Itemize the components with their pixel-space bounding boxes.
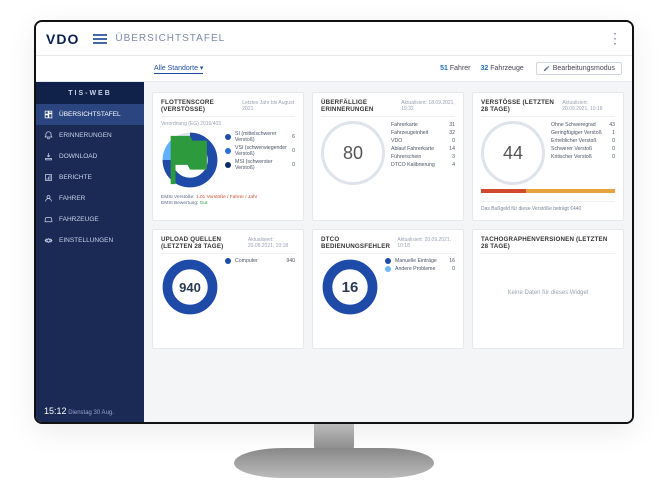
- page-title: ÜBERSICHTSTAFEL: [115, 33, 225, 44]
- settings-icon: [44, 236, 53, 245]
- card-updated: Aktualisiert: 18.09.2021, 19:32: [401, 100, 455, 112]
- dashboard-icon: [44, 110, 53, 119]
- card-tacho: TACHOGRAPHENVERSIONEN (LETZTEN 28 TAGE) …: [472, 229, 624, 349]
- sidebar-item-label: DOWNLOAD: [59, 153, 97, 160]
- card-title: TACHOGRAPHENVERSIONEN (LETZTEN 28 TAGE): [481, 236, 615, 250]
- flag-icon: [161, 131, 219, 189]
- list-row: VDO0: [391, 137, 455, 145]
- dashboard-content: FLOTTENSCORE (VERSTÖSSE) Letztes Jahr bi…: [144, 82, 632, 422]
- card-updated: Aktualisiert: 20.09.2021, 10:18: [562, 100, 615, 112]
- card-violations: VERSTÖSSE (LETZTEN 28 TAGE) Aktualisiert…: [472, 92, 624, 221]
- sidebar-item-dashboard[interactable]: ÜBERSICHTSTAFEL: [36, 104, 144, 125]
- regulation-label: Verordnung (EG) 2016/403: [161, 121, 295, 127]
- card-subtitle: Letztes Jahr bis August 2021: [242, 100, 295, 112]
- sidebar-item-drivers[interactable]: FAHRER: [36, 188, 144, 209]
- sidebar-item-label: FAHRZEUGE: [59, 216, 99, 223]
- vehicles-icon: [44, 215, 53, 224]
- menu-toggle-icon[interactable]: [93, 34, 107, 44]
- list-row: Schwerer Verstoß0: [551, 145, 615, 153]
- stat-vehicles[interactable]: 32 Fahrzeuge: [481, 65, 524, 72]
- list-row: Erheblicher Verstoß0: [551, 137, 615, 145]
- list-row: Führerschein3: [391, 153, 455, 161]
- legend-row: Andere Probleme0: [385, 266, 455, 272]
- card-dtco: DTCO BEDIENUNGSFEHLER Aktualisiert: 20.0…: [312, 229, 464, 349]
- list-row: Ohne Schweregrad43: [551, 121, 615, 129]
- sidebar-product: TIS-WEB: [36, 82, 144, 104]
- upload-legend: Computer940: [225, 258, 295, 316]
- sidebar-item-label: BERICHTE: [59, 174, 92, 181]
- legend-row: Computer940: [225, 258, 295, 264]
- monitor-frame: VDO ÜBERSICHTSTAFEL ⋮ Alle Standorte 51 …: [34, 20, 634, 424]
- sidebar-item-label: FAHRER: [59, 195, 85, 202]
- card-title: VERSTÖSSE (LETZTEN 28 TAGE): [481, 99, 562, 113]
- stat-drivers[interactable]: 51 Fahrer: [440, 65, 470, 72]
- card-title: DTCO BEDIENUNGSFEHLER: [321, 236, 397, 250]
- list-row: Fahrzeugeinheit32: [391, 129, 455, 137]
- list-row: Ablauf Fahrerkarte14: [391, 145, 455, 153]
- topbar: VDO ÜBERSICHTSTAFEL ⋮: [36, 22, 632, 56]
- sidebar-item-label: ERINNERUNGEN: [59, 132, 112, 139]
- sidebar-item-reports[interactable]: BERICHTE: [36, 167, 144, 188]
- reports-icon: [44, 173, 53, 182]
- brand-logo: VDO: [46, 31, 79, 47]
- more-menu-icon[interactable]: ⋮: [608, 30, 622, 47]
- list-row: Fahrerkarte31: [391, 121, 455, 129]
- dtco-donut: 16: [321, 258, 379, 316]
- card-updated: Aktualisiert: 20.09.2021, 10:18: [397, 237, 455, 249]
- card-title: ÜBERFÄLLIGE ERINNERUNGEN: [321, 99, 401, 113]
- sidebar-item-settings[interactable]: EINSTELLUNGEN: [36, 230, 144, 251]
- dtco-legend: Manuelle Einträge16 Andere Probleme0: [385, 258, 455, 316]
- list-row: Geringfügiger Verstoß1: [551, 129, 615, 137]
- card-title: FLOTTENSCORE (VERSTÖSSE): [161, 99, 242, 113]
- score-footnote: EMSI Verstöße: 1.01 Verstöße / Fahrer / …: [161, 195, 295, 207]
- empty-message: Keine Daten für dieses Widget: [481, 258, 615, 296]
- upload-donut: 940: [161, 258, 219, 316]
- reminders-icon: [44, 131, 53, 140]
- card-title: UPLOAD QUELLEN (LETZTEN 28 TAGE): [161, 236, 248, 250]
- overdue-total: 80: [321, 121, 385, 185]
- filter-bar: Alle Standorte 51 Fahrer 32 Fahrzeuge Be…: [36, 56, 632, 82]
- sidebar-item-label: ÜBERSICHTSTAFEL: [59, 111, 121, 118]
- sidebar: TIS-WEB ÜBERSICHTSTAFEL ERINNERUNGEN DOWNL…: [36, 82, 144, 422]
- sidebar-item-reminders[interactable]: ERINNERUNGEN: [36, 125, 144, 146]
- card-updated: Aktualisiert: 20.09.2021, 10:18: [248, 237, 295, 249]
- card-overdue: ÜBERFÄLLIGE ERINNERUNGEN Aktualisiert: 1…: [312, 92, 464, 221]
- drivers-icon: [44, 194, 53, 203]
- list-row: Kritischer Verstoß0: [551, 153, 615, 161]
- sidebar-item-vehicles[interactable]: FAHRZEUGE: [36, 209, 144, 230]
- edit-mode-button[interactable]: Bearbeitungsmodus: [536, 62, 622, 75]
- sidebar-item-download[interactable]: DOWNLOAD: [36, 146, 144, 167]
- fine-message: Das Bußgeld für diese Verstöße beträgt €…: [481, 201, 615, 212]
- card-upload: UPLOAD QUELLEN (LETZTEN 28 TAGE) Aktuali…: [152, 229, 304, 349]
- legend-row: SI (mittelschwerer Verstoß)6: [225, 131, 295, 143]
- legend-row: Manuelle Einträge16: [385, 258, 455, 264]
- violations-list: Ohne Schweregrad43Geringfügiger Verstoß1…: [551, 121, 615, 185]
- location-filter[interactable]: Alle Standorte: [154, 64, 203, 74]
- score-donut: [161, 131, 219, 189]
- legend-row: MSI (schwerster Verstoß)0: [225, 159, 295, 171]
- download-icon: [44, 152, 53, 161]
- score-legend: SI (mittelschwerer Verstoß)6 VSI (schwerw…: [225, 131, 295, 189]
- list-row: DTCO Kalibrierung4: [391, 161, 455, 169]
- legend-row: VSI (schwerwiegender Verstoß)0: [225, 145, 295, 157]
- severity-bar: [481, 189, 615, 193]
- monitor-stand-base: [234, 448, 434, 478]
- violations-total: 44: [481, 121, 545, 185]
- sidebar-clock: 15:12 Dienstag 30 Aug.: [36, 400, 144, 422]
- sidebar-item-label: EINSTELLUNGEN: [59, 237, 113, 244]
- pencil-icon: [543, 65, 550, 72]
- overdue-list: Fahrerkarte31Fahrzeugeinheit32VDO0Ablauf…: [391, 121, 455, 185]
- card-flottenscore: FLOTTENSCORE (VERSTÖSSE) Letztes Jahr bi…: [152, 92, 304, 221]
